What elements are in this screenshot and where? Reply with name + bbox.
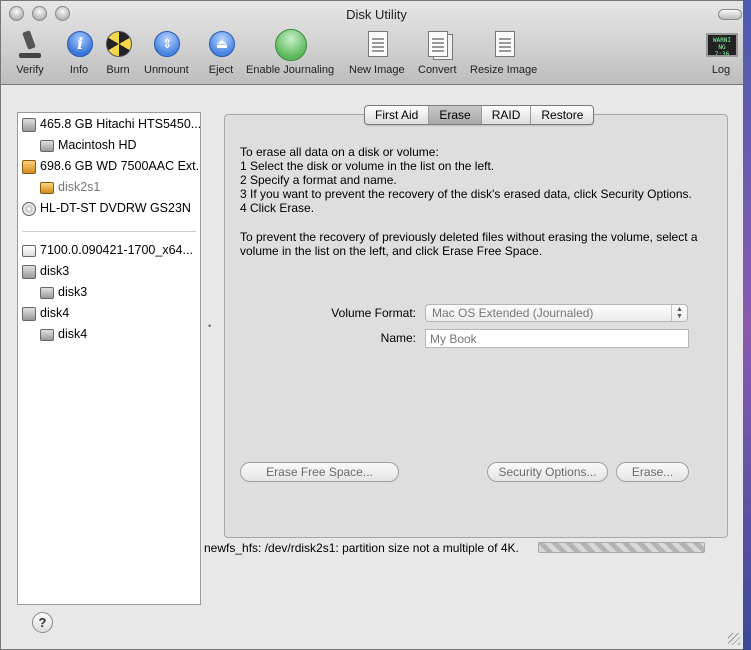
sidebar-item-disk4[interactable]: disk4 <box>22 303 69 324</box>
unmount-button[interactable]: ⇕ Unmount <box>144 29 189 76</box>
tab-restore[interactable]: Restore <box>531 106 593 124</box>
convert-button[interactable]: Convert <box>418 29 457 76</box>
volume-icon <box>40 286 54 299</box>
enable-journaling-button[interactable]: Enable Journaling <box>246 29 334 76</box>
burn-button[interactable]: Burn <box>103 29 133 76</box>
instruction-line: 1 Select the disk or volume in the list … <box>240 159 495 173</box>
eject-label: Eject <box>208 64 234 76</box>
volume-icon <box>40 139 54 152</box>
tab-bar: First Aid Erase RAID Restore <box>364 105 595 125</box>
instruction-line: To erase all data on a disk or volume: <box>240 145 439 159</box>
sidebar-item-disk-image[interactable]: 7100.0.090421-1700_x64... <box>22 240 193 261</box>
title-toolbar: Disk Utility Verify i Info Burn ⇕ Unmoun… <box>1 1 750 85</box>
name-input[interactable] <box>425 329 689 348</box>
sidebar-item-disk3[interactable]: disk3 <box>22 261 69 282</box>
tab-erase[interactable]: Erase <box>429 106 482 124</box>
help-button[interactable]: ? <box>32 612 53 633</box>
enable-journaling-label: Enable Journaling <box>246 64 335 76</box>
desktop-background <box>743 0 751 650</box>
tab-raid[interactable]: RAID <box>482 106 532 124</box>
status-message: newfs_hfs: /dev/rdisk2s1: partition size… <box>204 541 519 555</box>
resize-image-label: Resize Image <box>470 64 538 76</box>
progress-bar <box>538 542 705 553</box>
sidebar-item-disk4-volume[interactable]: disk4 <box>40 324 87 345</box>
new-image-label: New Image <box>349 64 405 76</box>
volume-format-label: Volume Format: <box>331 306 416 320</box>
verify-label: Verify <box>16 64 44 76</box>
disk-icon <box>22 306 36 321</box>
external-drive-icon <box>22 159 36 174</box>
sidebar-item-disk3-volume[interactable]: disk3 <box>40 282 87 303</box>
erase-free-space-button[interactable]: Erase Free Space... <box>240 462 399 482</box>
split-view-grip[interactable]: • <box>208 321 211 331</box>
hard-drive-icon <box>22 117 36 132</box>
info-icon: i <box>64 29 94 61</box>
log-label: Log <box>711 64 731 76</box>
sidebar-item-macintosh-hd[interactable]: Macintosh HD <box>40 135 137 156</box>
security-options-button[interactable]: Security Options... <box>487 462 608 482</box>
verify-button[interactable]: Verify <box>15 29 45 76</box>
sidebar-item-hitachi[interactable]: 465.8 GB Hitachi HTS5450... <box>22 114 200 135</box>
disk-icon <box>22 264 36 279</box>
erase-button[interactable]: Erase... <box>616 462 689 482</box>
convert-label: Convert <box>418 64 457 76</box>
instruction-line: 4 Click Erase. <box>240 201 315 215</box>
window-title: Disk Utility <box>346 7 407 22</box>
eject-icon: ⏏ <box>206 29 236 61</box>
disk-utility-window: Disk Utility Verify i Info Burn ⇕ Unmoun… <box>0 0 751 650</box>
volume-format-value: Mac OS Extended (Journaled) <box>432 306 594 320</box>
sidebar-item-disk2s1[interactable]: disk2s1 <box>40 177 100 198</box>
new-image-icon <box>362 29 392 61</box>
log-icon: WARNI NG 7:36 <box>706 29 738 61</box>
new-image-button[interactable]: New Image <box>349 29 405 76</box>
chevron-updown-icon: ▲ ▼ <box>671 305 687 321</box>
microscope-icon <box>15 29 45 61</box>
burn-icon <box>103 29 133 61</box>
unmount-icon: ⇕ <box>151 29 181 61</box>
sidebar-item-wd-external[interactable]: 698.6 GB WD 7500AAC Ext... <box>22 156 200 177</box>
disk-list[interactable]: 465.8 GB Hitachi HTS5450... Macintosh HD… <box>17 112 201 605</box>
optical-drive-icon <box>22 201 36 216</box>
log-button[interactable]: WARNI NG 7:36 Log <box>706 29 738 76</box>
instruction-line: 3 If you want to prevent the recovery of… <box>240 187 692 201</box>
info-button[interactable]: i Info <box>64 29 94 76</box>
journal-icon <box>275 29 308 61</box>
resize-handle[interactable] <box>728 633 740 645</box>
external-volume-icon <box>40 181 54 194</box>
sidebar-separator <box>22 231 196 232</box>
instruction-line: volume in the list on the left, and clic… <box>240 244 543 258</box>
tab-first-aid[interactable]: First Aid <box>365 106 430 124</box>
instruction-line: 2 Specify a format and name. <box>240 173 397 187</box>
resize-image-icon <box>489 29 519 61</box>
convert-icon <box>422 29 454 61</box>
volume-icon <box>40 328 54 341</box>
name-label: Name: <box>380 331 416 345</box>
volume-format-select[interactable]: Mac OS Extended (Journaled) ▲ ▼ <box>425 304 688 322</box>
toolbar-toggle-button[interactable] <box>718 9 742 20</box>
info-label: Info <box>69 64 89 76</box>
disk-image-icon <box>22 244 36 257</box>
instruction-line: To prevent the recovery of previously de… <box>240 230 698 244</box>
eject-button[interactable]: ⏏ Eject <box>206 29 236 76</box>
burn-label: Burn <box>106 64 130 76</box>
resize-image-button[interactable]: Resize Image <box>470 29 537 76</box>
sidebar-item-dvdrw[interactable]: HL-DT-ST DVDRW GS23N <box>22 198 191 219</box>
unmount-label: Unmount <box>144 64 189 76</box>
